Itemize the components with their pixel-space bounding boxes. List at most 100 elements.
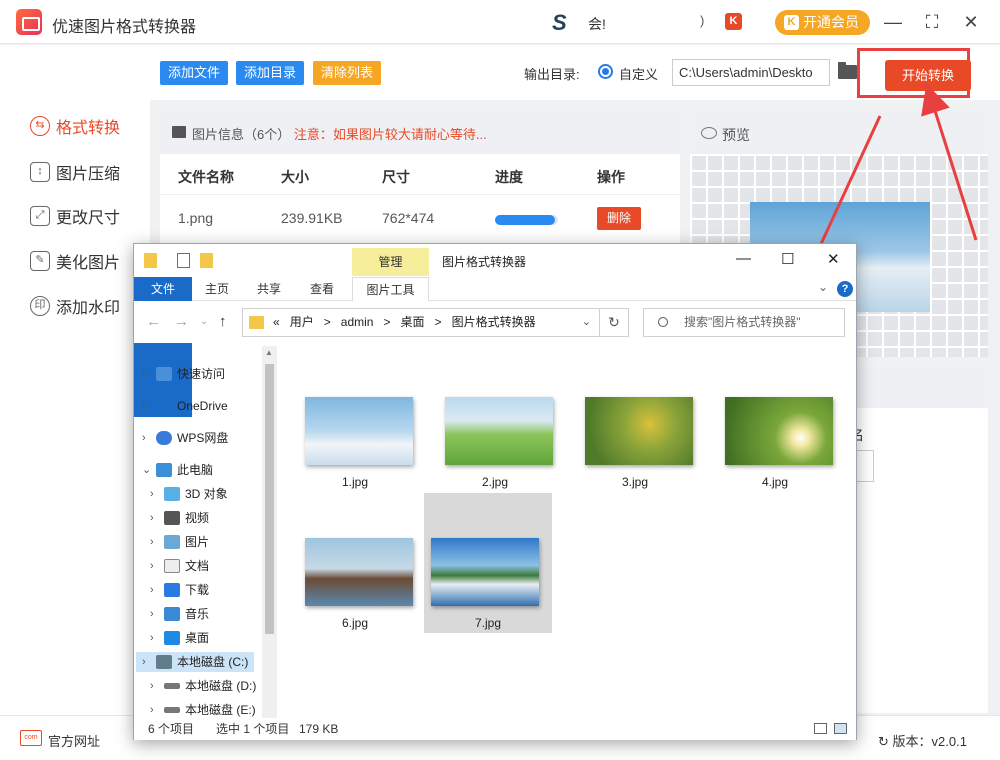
output-path-field[interactable]: C:\Users\admin\Deskto [672,59,830,86]
nav-quick-access[interactable]: › 快速访问 [142,364,225,384]
scroll-thumb[interactable] [265,364,274,634]
file-name: 1.jpg [341,475,369,489]
row-file-name: 1.png [178,210,214,226]
start-convert-button[interactable]: 开始转换 [885,60,971,91]
explorer-close-button[interactable]: ✕ [827,250,840,268]
file-view: 1.jpg 2.jpg 3.jpg 4.jpg 6.jpg 7.jpg [279,346,856,718]
nav-videos[interactable]: › 视频 [150,508,209,528]
custom-radio[interactable] [598,64,613,79]
nav-this-pc[interactable]: ⌄ 此电脑 [142,460,213,480]
details-view-icon[interactable] [814,723,827,734]
progress-fill [495,215,555,225]
vip-button[interactable]: K 开通会员 [775,10,870,35]
nav-downloads[interactable]: › 下载 [150,580,209,600]
file-name: 7.jpg [474,616,502,630]
file-item[interactable]: 4.jpg [711,352,839,492]
help-icon[interactable]: ? [837,281,853,297]
nav-wps-drive[interactable]: › WPS网盘 [142,428,228,448]
new-folder-icon[interactable] [200,253,213,268]
nav-drive-c[interactable]: › 本地磁盘 (C:) [136,652,254,672]
resize-icon: ⤢ [30,206,50,226]
sidebar-item-resize[interactable]: ⤢ 更改尺寸 [30,203,120,229]
compress-icon: ↕ [30,162,50,182]
sidebar-item-watermark[interactable]: 印 添加水印 [30,293,120,319]
tab-picture-tools[interactable]: 图片工具 [352,277,429,301]
folder-icon[interactable] [838,62,857,79]
divider [160,194,680,195]
forward-arrow-icon[interactable]: → [174,313,189,330]
column-header-dims: 尺寸 [382,169,410,185]
maximize-button[interactable]: ⛶ [921,11,943,33]
file-item[interactable]: 2.jpg [431,352,559,492]
nav-documents[interactable]: › 文档 [150,556,209,576]
add-file-button[interactable]: 添加文件 [160,61,229,85]
breadcrumb-overflow[interactable]: « [273,315,280,329]
address-bar[interactable]: « 用户 > admin > 桌面 > 图片格式转换器 ⌄ [242,308,600,337]
vip-label: 开通会员 [803,14,859,30]
file-item[interactable]: 6.jpg [291,493,419,633]
manage-context-tab[interactable]: 管理 [352,248,429,276]
recent-chevron-icon[interactable]: ⌄ [200,316,208,327]
k-badge-icon[interactable]: K [725,13,742,30]
large-icons-view-icon[interactable] [834,723,847,734]
scroll-up-icon[interactable]: ▲ [265,348,273,357]
file-item[interactable]: 3.jpg [571,352,699,492]
nav-pictures[interactable]: › 图片 [150,532,209,552]
website-icon: com [20,730,42,746]
tab-view[interactable]: 查看 [297,277,347,301]
clear-list-button[interactable]: 清除列表 [313,61,382,85]
official-website-link[interactable]: 官方网址 [48,731,100,750]
status-size: 179 KB [299,722,339,736]
explorer-maximize-button[interactable]: ☐ [781,250,794,268]
column-header-action: 操作 [597,169,625,185]
column-header-progress: 进度 [495,169,523,185]
address-dropdown-icon[interactable]: ⌄ [582,309,591,336]
sidebar-item-beautify[interactable]: ✎ 美化图片 [30,248,120,274]
3d-icon [164,487,180,501]
nav-scrollbar[interactable]: ▲ [262,346,277,718]
file-thumbnail [305,538,413,606]
nav-drive-e[interactable]: › 本地磁盘 (E:) [150,700,256,718]
nav-3d-objects[interactable]: › 3D 对象 [150,484,228,504]
breadcrumb-separator: > [383,315,391,329]
up-arrow-icon[interactable]: ↑ [219,313,227,330]
nav-desktop[interactable]: › 桌面 [150,628,209,648]
sidebar-item-label: 更改尺寸 [56,210,121,227]
close-button[interactable]: ✕ [960,11,982,33]
back-arrow-icon[interactable]: ← [146,313,161,330]
file-item[interactable]: 1.jpg [291,352,419,492]
nav-drive-d[interactable]: › 本地磁盘 (D:) [150,676,256,696]
vip-k-icon: K [784,15,799,30]
sidebar-item-label: 图片压缩 [56,166,121,183]
delete-button[interactable]: 删除 [597,207,641,230]
explorer-window-title: 图片格式转换器 [442,255,527,269]
sidebar-item-compress[interactable]: ↕ 图片压缩 [30,159,120,185]
folder-icon [144,253,157,268]
tab-share[interactable]: 共享 [244,277,294,301]
breadcrumb-users[interactable]: 用户 [290,315,314,329]
breadcrumb-current[interactable]: 图片格式转换器 [452,315,536,329]
nav-onedrive[interactable]: › OneDrive [142,396,228,416]
search-input[interactable]: 搜索"图片格式转换器" [643,308,845,337]
file-thumbnail [431,538,539,606]
preview-header: 预览 [690,112,988,154]
app-window: 优速图片格式转换器 S 会! ) K K 开通会员 — ⛶ ✕ ⇆ 格式转换 ↕… [0,0,1000,760]
status-bar: 6 个项目 选中 1 个项目 179 KB [134,718,856,740]
row-file-dims: 762*474 [382,210,435,226]
search-placeholder: 搜索"图片格式转换器" [684,315,801,329]
nav-music[interactable]: › 音乐 [150,604,209,624]
row-file-size: 239.91KB [281,210,343,226]
add-directory-button[interactable]: 添加目录 [236,61,305,85]
explorer-minimize-button[interactable]: — [736,250,751,267]
title-paren: ) [700,13,705,28]
minimize-button[interactable]: — [882,11,904,33]
file-name: 6.jpg [341,616,369,630]
properties-icon[interactable] [177,253,190,268]
refresh-button[interactable]: ↻ [600,308,629,337]
ribbon-expand-chevron-icon[interactable]: ⌄ [818,280,828,294]
breadcrumb-admin[interactable]: admin [341,315,374,329]
tab-home[interactable]: 主页 [192,277,242,301]
breadcrumb-desktop[interactable]: 桌面 [401,315,425,329]
file-item-selected[interactable]: 7.jpg [424,493,552,633]
sidebar-item-format-convert[interactable]: ⇆ 格式转换 [30,113,120,139]
